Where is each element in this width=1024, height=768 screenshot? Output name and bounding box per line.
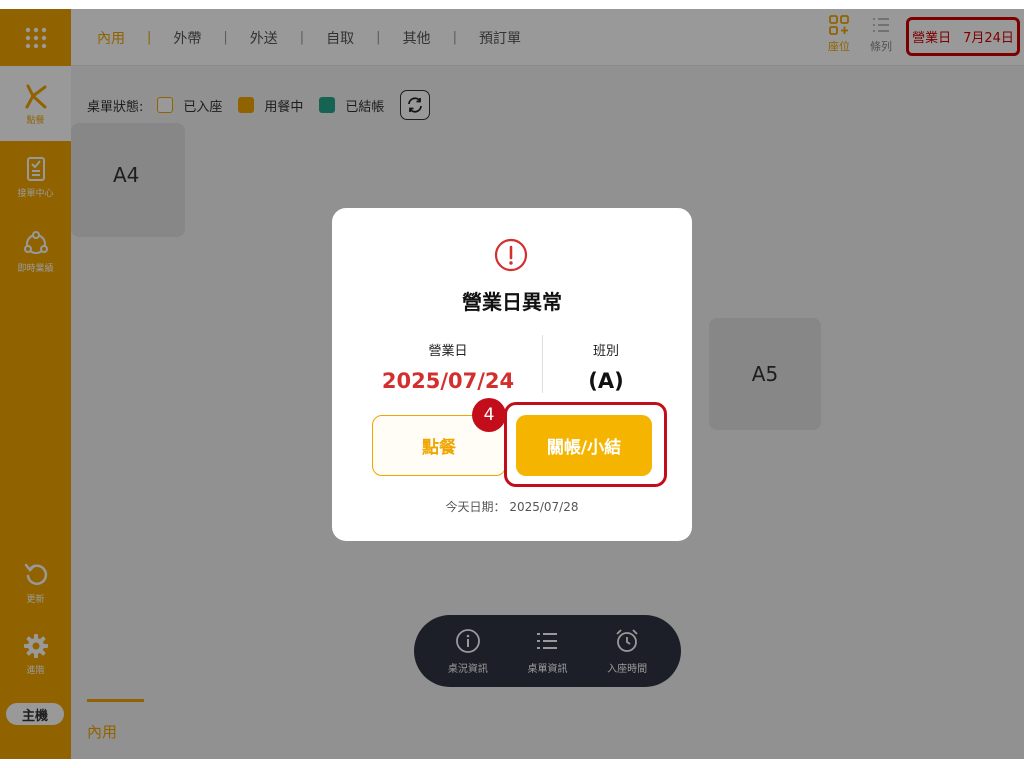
alert-icon bbox=[494, 238, 528, 272]
close-shift-button[interactable]: 關帳/小結 bbox=[516, 415, 652, 476]
business-day-value: 2025/07/24 bbox=[381, 369, 515, 393]
shift-value: (A) bbox=[588, 369, 624, 393]
today-date: 今天日期： 2025/07/28 bbox=[445, 500, 579, 514]
app-screen: 點餐 接單中心 即時業績 更新 進階 主機 內用 | 外帶 | 外送 | 自取 … bbox=[0, 9, 1024, 759]
business-day-alert-dialog: 營業日異常 營業日 2025/07/24 班別 (A) 點餐 關帳/小結 4 今… bbox=[332, 208, 692, 541]
step-badge: 4 bbox=[472, 398, 506, 432]
shift-label: 班別 bbox=[592, 344, 619, 359]
dialog-title: 營業日異常 bbox=[462, 290, 562, 314]
divider bbox=[542, 335, 543, 393]
shift-block: 班別 (A) bbox=[560, 340, 652, 393]
business-day-block: 營業日 2025/07/24 bbox=[372, 340, 524, 393]
business-day-label: 營業日 bbox=[428, 344, 468, 359]
